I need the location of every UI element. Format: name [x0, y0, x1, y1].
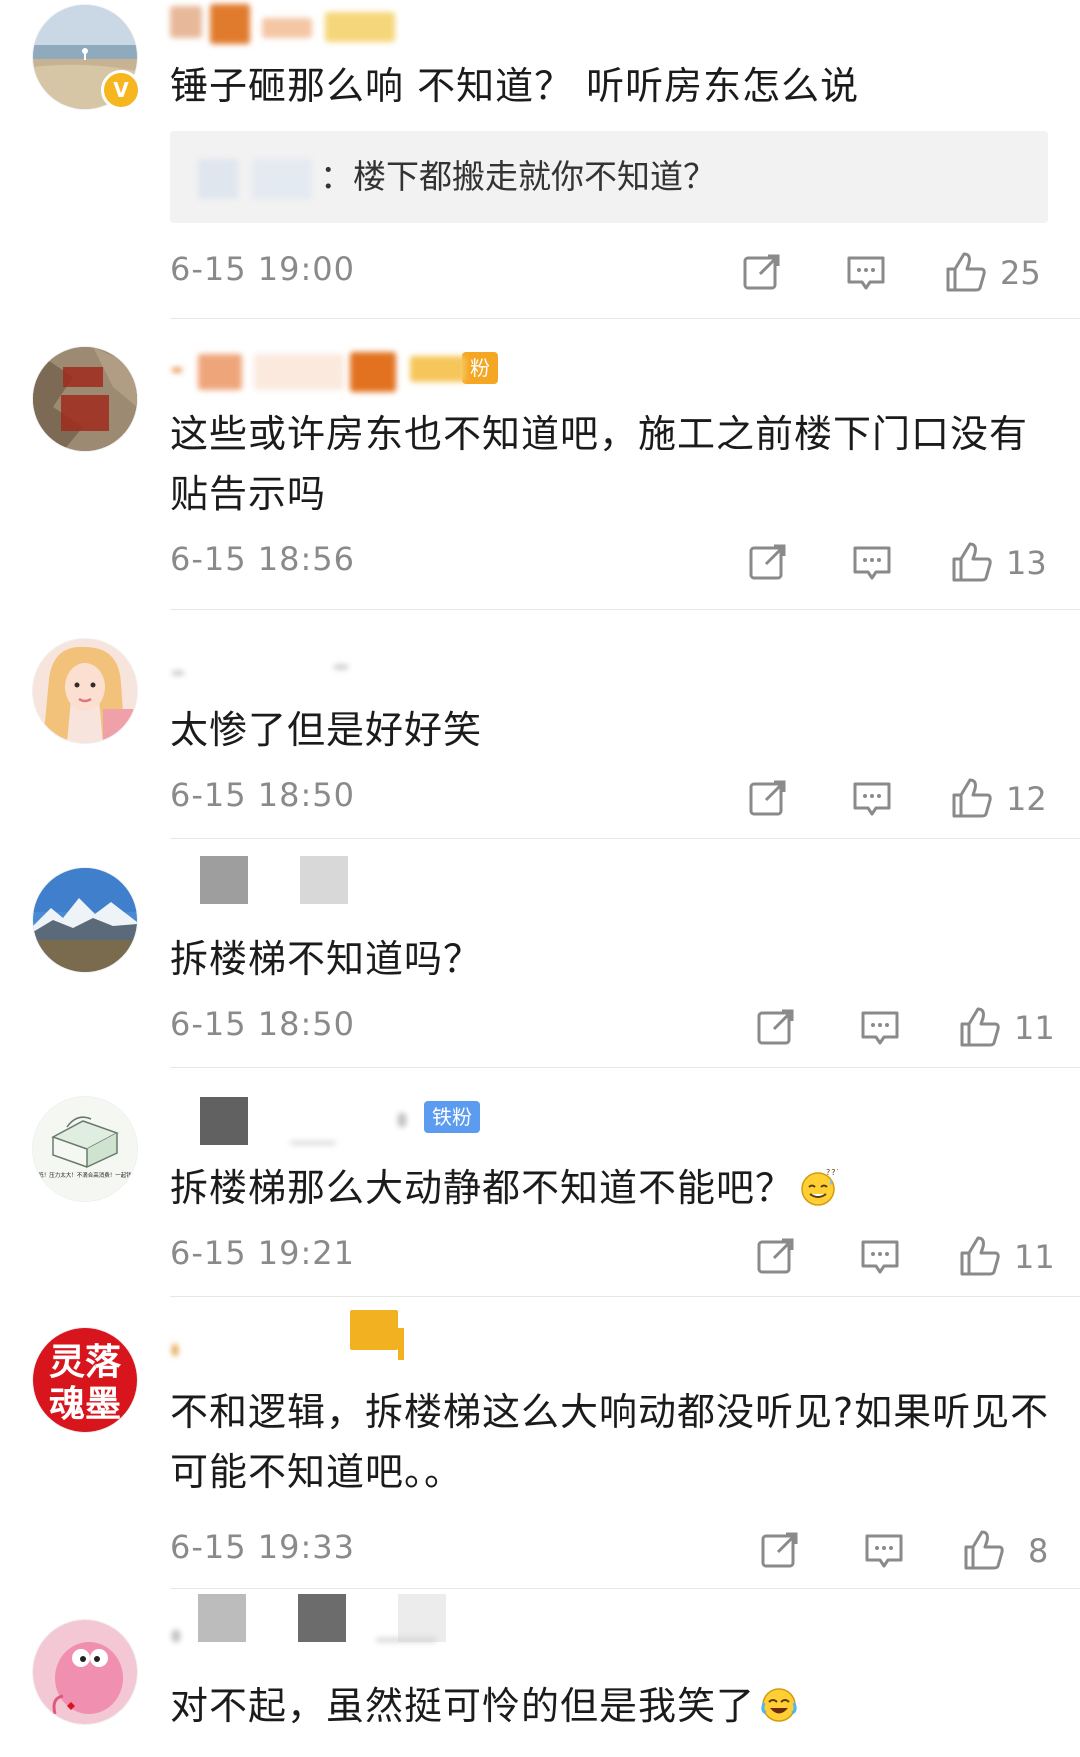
svg-text:???: ???: [826, 1168, 838, 1177]
like-count: 11: [1014, 1238, 1055, 1276]
like-count: 11: [1014, 1009, 1055, 1047]
timestamp: 6-15 19:21: [170, 1234, 356, 1272]
like-thumb-icon[interactable]: [958, 1005, 1002, 1049]
username-redacted[interactable]: [170, 1594, 450, 1642]
avatar-caption: 你收入太低！压力太大！不滴合高消费！一起钱就上火！: [33, 1171, 137, 1179]
comment-icon[interactable]: [858, 1005, 902, 1049]
quoted-reply[interactable]: ：楼下都搬走就你不知道？: [170, 131, 1048, 223]
action-bar: 8: [758, 1528, 1068, 1576]
quote-text: 楼下都搬走就你不知道？: [353, 157, 716, 196]
username-redacted[interactable]: [170, 1097, 410, 1145]
action-bar: 11: [754, 1234, 1064, 1282]
like-thumb-icon[interactable]: [962, 1528, 1006, 1572]
divider: [170, 1296, 1080, 1297]
divider: [170, 318, 1080, 319]
repost-icon[interactable]: [746, 540, 790, 584]
comment-text: 对不起，虽然挺可怜的但是我笑了: [170, 1676, 1050, 1736]
crying-laugh-emoji: [761, 1688, 797, 1722]
comment-icon[interactable]: [850, 540, 894, 584]
like-thumb-icon[interactable]: [950, 776, 994, 820]
avatar[interactable]: [33, 639, 137, 743]
comment-text: 拆楼梯不知道吗？: [170, 937, 483, 981]
comment-text-body: 拆楼梯那么大动静都不知道不能吧？: [170, 1166, 795, 1210]
divider: [170, 1067, 1080, 1068]
divider: [170, 609, 1080, 610]
fan-badge: 铁粉: [424, 1101, 480, 1133]
comment-text: 不和逻辑，拆楼梯这么大响动都没听见?如果听见不可能不知道吧。。: [170, 1390, 1050, 1494]
avatar[interactable]: [33, 347, 137, 451]
comment-text: 拆楼梯那么大动静都不知道不能吧？???: [170, 1158, 1050, 1218]
username-redacted[interactable]: [170, 856, 370, 904]
confused-sweat-emoji: ???: [801, 1168, 838, 1206]
comment-text-body: 对不起，虽然挺可怜的但是我笑了: [170, 1684, 756, 1728]
avatar[interactable]: 你收入太低！压力太大！不滴合高消费！一起钱就上火！: [33, 1097, 137, 1201]
comment-text: 这些或许房东也不知道吧，施工之前楼下门口没有贴告示吗: [170, 412, 1029, 516]
repost-icon[interactable]: [746, 776, 790, 820]
like-count: 8: [1028, 1532, 1049, 1570]
like-thumb-icon[interactable]: [950, 540, 994, 584]
timestamp: 6-15 19:00: [170, 250, 356, 288]
username-redacted[interactable]: [170, 1310, 430, 1360]
comment-icon[interactable]: [858, 1234, 902, 1278]
username-redacted[interactable]: [170, 4, 470, 44]
like-thumb-icon[interactable]: [944, 250, 988, 294]
divider: [170, 838, 1080, 839]
avatar[interactable]: [33, 868, 137, 972]
repost-icon[interactable]: [740, 250, 784, 294]
like-count: 12: [1006, 780, 1047, 818]
timestamp: 6-15 18:50: [170, 1005, 356, 1043]
quote-author-suffix: ：: [320, 157, 353, 196]
timestamp: 6-15 19:33: [170, 1528, 356, 1566]
fan-badge: 粉: [462, 352, 498, 384]
like-thumb-icon[interactable]: [958, 1234, 1002, 1278]
avatar-calligraphy-line-2: 魂墨: [49, 1384, 121, 1425]
verified-badge-icon: V: [101, 70, 141, 110]
action-bar: 12: [746, 776, 1056, 824]
action-bar: 13: [746, 540, 1056, 588]
comment-text: 太惨了但是好好笑: [170, 708, 483, 752]
timestamp: 6-15 18:56: [170, 540, 356, 578]
divider: [170, 1588, 1080, 1589]
comment-icon[interactable]: [862, 1528, 906, 1572]
avatar[interactable]: 灵落 魂墨: [33, 1328, 137, 1432]
repost-icon[interactable]: [754, 1234, 798, 1278]
action-bar: 11: [754, 1005, 1064, 1053]
repost-icon[interactable]: [754, 1005, 798, 1049]
like-count: 13: [1006, 544, 1047, 582]
comment-text: 锤子砸那么响 不知道？ 听听房东怎么说: [170, 64, 860, 108]
repost-icon[interactable]: [758, 1528, 802, 1572]
action-bar: 25: [740, 250, 1050, 298]
username-redacted[interactable]: [170, 649, 370, 689]
comment-icon[interactable]: [850, 776, 894, 820]
like-count: 25: [1000, 254, 1041, 292]
avatar[interactable]: [33, 1620, 137, 1724]
comment-icon[interactable]: [844, 250, 888, 294]
fan-badge-prefix-redacted: [410, 356, 466, 382]
timestamp: 6-15 18:50: [170, 776, 356, 814]
avatar-calligraphy-line-1: 灵落: [49, 1342, 122, 1383]
